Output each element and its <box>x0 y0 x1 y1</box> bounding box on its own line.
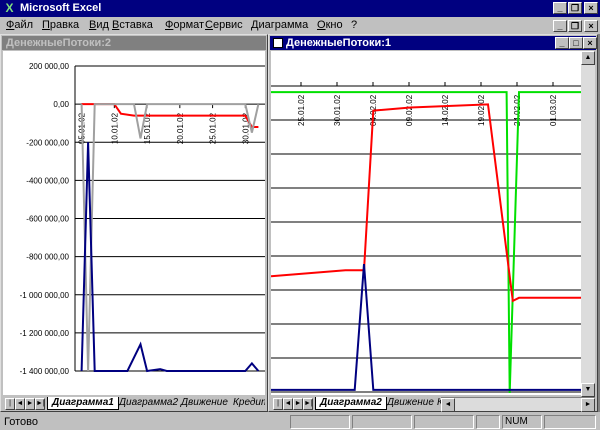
tab-credit[interactable]: Кредит <box>229 397 265 410</box>
document-icon <box>273 38 283 48</box>
status-panel-6 <box>544 415 596 429</box>
doc-restore-icon[interactable]: ❐ <box>568 20 582 32</box>
x-tick-label: 14.02.02 <box>441 94 450 126</box>
x-tick-label: 30.01.02 <box>333 94 342 126</box>
window-minimize-icon[interactable]: _ <box>555 37 569 49</box>
doc-minimize-icon[interactable]: _ <box>553 20 567 32</box>
status-num: NUM <box>502 415 542 429</box>
window-maximize-icon[interactable]: □ <box>569 37 583 49</box>
y-tick-label: -400 000,00 <box>26 176 69 185</box>
tab-movement[interactable]: Движение <box>383 397 438 410</box>
minimize-icon[interactable]: _ <box>553 2 567 14</box>
y-tick-label: -600 000,00 <box>26 215 69 224</box>
x-tick-label: 25.01.02 <box>209 112 218 144</box>
menu-insert[interactable]: Вставка <box>112 19 153 32</box>
menu-format[interactable]: Формат <box>165 19 204 32</box>
first-sheet-icon[interactable]: |◄ <box>5 398 15 411</box>
status-panel-1 <box>290 415 350 429</box>
window-close-icon[interactable]: × <box>583 37 597 49</box>
status-panel-4 <box>476 415 500 429</box>
series-line-gray <box>80 103 260 372</box>
chart-left[interactable]: 200 000,00 0,00 -200 000,00 -400 000,00 -600… <box>3 51 265 395</box>
tab-movement[interactable]: Движение <box>177 397 232 410</box>
y-tick-label: -1 200 000,00 <box>20 329 70 338</box>
window-left[interactable]: ДенежныеПотоки:2 200 000,00 0,00 -200 000,… <box>0 34 268 412</box>
chart-right[interactable]: 25.01.02 30.01.02 04.02.02 09.02.02 14.02.02… <box>271 51 581 395</box>
tab-diagram2[interactable]: Диаграмма2 <box>115 397 182 410</box>
next-sheet-icon[interactable]: ► <box>293 398 303 410</box>
tab-credit[interactable]: Кред <box>433 397 441 410</box>
y-tick-label: -1 000 000,00 <box>20 291 70 300</box>
x-tick-label: 01.03.02 <box>549 94 558 126</box>
scroll-left-icon[interactable]: ◄ <box>441 398 455 412</box>
window-left-title: ДенежныеПотоки:2 <box>6 37 112 49</box>
next-sheet-icon[interactable]: ► <box>25 398 35 410</box>
excel-icon: X <box>5 1 14 15</box>
window-left-titlebar[interactable]: ДенежныеПотоки:2 <box>2 36 266 50</box>
menu-bar: Файл Правка Вид Вставка Формат Сервис Ди… <box>0 17 600 34</box>
prev-sheet-icon[interactable]: ◄ <box>15 398 25 410</box>
window-right-titlebar[interactable]: ДенежныеПотоки:1 _ □ × <box>270 36 597 50</box>
series-line-red <box>271 103 581 303</box>
x-tick-label: 09.02.02 <box>405 94 414 126</box>
y-tick-label: -1 400 000,00 <box>20 367 70 376</box>
tab-diagram1[interactable]: Диаграмма1 <box>47 397 119 410</box>
last-sheet-icon[interactable]: ►| <box>303 398 313 410</box>
menu-help[interactable]: ? <box>351 19 357 32</box>
app-title-bar: X Microsoft Excel _ ❐ × <box>0 0 600 17</box>
y-tick-label: 200 000,00 <box>29 62 70 71</box>
chart-right-svg[interactable]: 25.01.02 30.01.02 04.02.02 09.02.02 14.02.02… <box>271 51 581 395</box>
status-ready: Готово <box>4 416 38 428</box>
series-line-navy <box>271 264 581 391</box>
x-tick-label: 19.02.02 <box>477 94 486 126</box>
x-tick-label: 20.01.02 <box>176 112 185 144</box>
chart-left-svg[interactable]: 200 000,00 0,00 -200 000,00 -400 000,00 -600… <box>3 51 265 395</box>
horizontal-scrollbar[interactable]: ◄ ► <box>441 397 595 412</box>
vertical-scrollbar[interactable]: ▲ ▼ <box>581 51 595 397</box>
restore-icon[interactable]: ❐ <box>568 2 582 14</box>
series-line-red <box>81 103 259 128</box>
x-tick-label: 25.01.02 <box>297 94 306 126</box>
scroll-up-icon[interactable]: ▲ <box>581 51 595 65</box>
series-line-green <box>271 91 581 394</box>
scroll-down-icon[interactable]: ▼ <box>581 383 595 397</box>
y-tick-label: 0,00 <box>53 100 69 109</box>
status-panel-2 <box>352 415 412 429</box>
x-tick-label: 10.01.02 <box>110 112 119 144</box>
tab-diagram2[interactable]: Диаграмма2 <box>315 397 387 410</box>
status-bar: Готово NUM <box>0 414 600 430</box>
menu-window[interactable]: Окно <box>317 19 343 32</box>
doc-close-icon[interactable]: × <box>584 20 598 32</box>
prev-sheet-icon[interactable]: ◄ <box>283 398 293 410</box>
scroll-right-icon[interactable]: ► <box>581 398 595 412</box>
y-tick-label: -200 000,00 <box>26 138 69 147</box>
window-right-title: ДенежныеПотоки:1 <box>286 37 392 49</box>
close-icon[interactable]: × <box>584 2 598 14</box>
y-tick-label: -800 000,00 <box>26 253 69 262</box>
tabbar-right: |◄ ◄ ► ►| Диаграмма2 Движение Кред <box>271 397 441 411</box>
menu-file[interactable]: Файл <box>6 19 33 32</box>
menu-edit[interactable]: Правка <box>42 19 79 32</box>
menu-tools[interactable]: Сервис <box>205 19 243 32</box>
app-title: Microsoft Excel <box>20 2 102 14</box>
status-panel-3 <box>414 415 474 429</box>
last-sheet-icon[interactable]: ►| <box>35 398 45 410</box>
workspace: ДенежныеПотоки:2 200 000,00 0,00 -200 000,… <box>0 34 600 412</box>
menu-view[interactable]: Вид <box>89 19 109 32</box>
menu-chart[interactable]: Диаграмма <box>251 19 308 32</box>
tabbar-left: |◄ ◄ ► ►| Диаграмма1 Диаграмма2 Движение… <box>3 397 265 411</box>
window-right[interactable]: ДенежныеПотоки:1 _ □ × 25.01.02 30.01.02 0… <box>268 34 598 412</box>
first-sheet-icon[interactable]: |◄ <box>273 398 283 411</box>
